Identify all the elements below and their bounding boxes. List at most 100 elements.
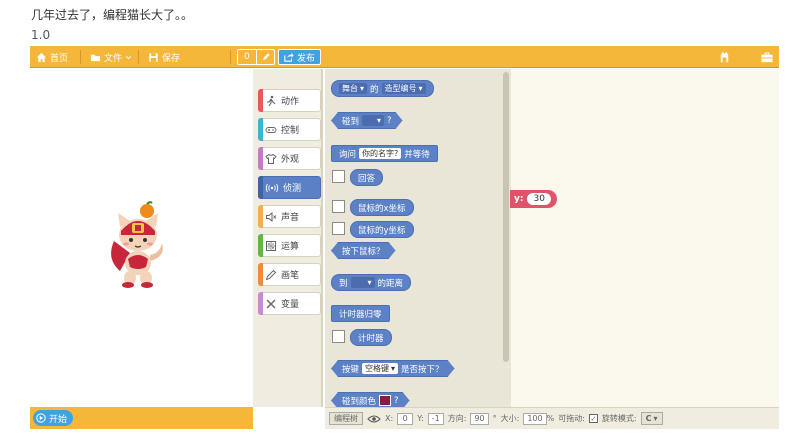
- top-toolbar: 首页 文件 保存 0 发布: [30, 46, 779, 68]
- counter-edit[interactable]: 0: [237, 49, 275, 65]
- eye-icon[interactable]: [367, 414, 381, 424]
- block-text: 计时器归零: [339, 309, 382, 320]
- block-timer[interactable]: 计时器: [350, 329, 392, 346]
- category-stripe: [258, 292, 263, 315]
- script-area[interactable]: [511, 69, 779, 407]
- rotate-mode-label: 旋转模式:: [601, 414, 637, 423]
- category-label: 动作: [281, 97, 300, 107]
- toolbar-divider: [230, 50, 231, 64]
- degree-symbol: °: [492, 414, 497, 423]
- gamepad-icon: [265, 126, 277, 133]
- save-button[interactable]: 保存: [144, 48, 184, 66]
- category-stripe: [258, 147, 263, 170]
- counter-value: 0: [238, 50, 257, 64]
- toolbar-divider: [80, 50, 81, 64]
- distance-dropdown[interactable]: ▾: [350, 277, 375, 288]
- block-text: 到: [339, 278, 348, 289]
- category-label: 变量: [281, 300, 300, 310]
- category-operators[interactable]: 运算: [258, 234, 321, 257]
- category-control[interactable]: 控制: [258, 118, 321, 141]
- home-button[interactable]: 首页: [32, 48, 72, 66]
- draggable-checkbox[interactable]: ✓: [588, 414, 598, 423]
- shirt-icon: [265, 153, 277, 164]
- rotate-mode-select[interactable]: C ▾: [640, 412, 663, 425]
- start-button[interactable]: 开始: [33, 410, 74, 426]
- home-label: 首页: [50, 53, 69, 64]
- category-label: 侦测: [283, 184, 302, 194]
- key-dropdown[interactable]: 空格键 ▾: [362, 363, 398, 374]
- touch-dropdown[interactable]: ▾: [362, 115, 384, 126]
- stage-dropdown[interactable]: 舞台 ▾: [339, 83, 368, 94]
- variable-icon: [266, 299, 276, 308]
- category-motion[interactable]: 动作: [258, 89, 321, 112]
- category-looks[interactable]: 外观: [258, 147, 321, 170]
- block-text: 回答: [358, 173, 376, 184]
- home-icon: [36, 52, 47, 62]
- publish-label: 发布: [297, 53, 316, 64]
- publish-button[interactable]: 发布: [278, 49, 322, 65]
- toolbox-button[interactable]: [759, 49, 775, 65]
- cat-house-icon: [720, 51, 728, 62]
- category-sound[interactable]: 声音: [258, 205, 321, 228]
- dropdown-label: 空格键: [365, 364, 390, 373]
- x-input[interactable]: 0: [397, 412, 414, 425]
- block-mouse-down[interactable]: 按下鼠标？: [331, 242, 396, 259]
- size-label: 大小:: [500, 414, 520, 423]
- block-text: 的: [370, 84, 379, 95]
- stage-canvas[interactable]: [30, 69, 253, 407]
- block-answer[interactable]: 回答: [350, 169, 384, 186]
- category-stripe: [258, 234, 263, 257]
- color-swatch[interactable]: [379, 395, 391, 406]
- attribute-dropdown[interactable]: 造型编号 ▾: [381, 83, 426, 94]
- dropdown-arrow-icon: ▾: [377, 116, 382, 125]
- file-menu-button[interactable]: 文件: [86, 48, 136, 66]
- size-input[interactable]: 100: [523, 412, 547, 425]
- block-text: ?: [387, 115, 392, 126]
- y-input[interactable]: 30: [527, 193, 551, 205]
- mouse-y-checkbox[interactable]: [332, 222, 345, 235]
- start-label: 开始: [49, 414, 68, 425]
- block-text: 的距离: [377, 278, 404, 289]
- y-input[interactable]: -1: [427, 412, 444, 425]
- category-label: 画笔: [281, 271, 300, 281]
- block-text: 计时器: [358, 333, 384, 344]
- dropdown-arrow-icon: ▾: [653, 414, 658, 423]
- y-label: Y:: [417, 414, 424, 423]
- folder-icon: [90, 54, 101, 61]
- block-text: ?: [394, 395, 399, 406]
- block-text: 并等待: [404, 149, 430, 160]
- ask-input[interactable]: 你的名字?: [359, 148, 402, 159]
- block-distance-to[interactable]: 到 ▾ 的距离: [331, 274, 412, 291]
- block-text: y:: [514, 194, 524, 204]
- block-ask-and-wait[interactable]: 询问 你的名字? 并等待: [331, 145, 438, 162]
- draggable-label: 可拖动:: [558, 414, 585, 423]
- category-stripe: [258, 118, 263, 141]
- dropdown-arrow-icon: ▾: [391, 364, 396, 373]
- block-stage-attribute[interactable]: 舞台 ▾ 的 造型编号 ▾: [331, 80, 434, 97]
- category-pen[interactable]: 画笔: [258, 263, 321, 286]
- block-text: 按下鼠标？: [342, 246, 385, 257]
- pencil-icon: [262, 53, 270, 61]
- block-reset-timer[interactable]: 计时器归零: [331, 305, 390, 322]
- block-mouse-x[interactable]: 鼠标的x坐标: [350, 199, 414, 216]
- block-mouse-y[interactable]: 鼠标的y坐标: [350, 221, 414, 238]
- script-block-y[interactable]: y: 30: [510, 190, 557, 208]
- toolbox-icon: [761, 51, 773, 62]
- palette-scrollbar[interactable]: [503, 72, 509, 362]
- direction-input[interactable]: 90: [470, 412, 489, 425]
- category-variables[interactable]: 变量: [258, 292, 321, 315]
- block-key-pressed[interactable]: 按键 空格键 ▾ 是否按下？: [331, 360, 455, 377]
- category-stripe: [258, 205, 263, 228]
- app-root: 几年过去了，编程猫长大了。。 1.0 首页 文件 保存 0 发布 开始 动作 控…: [0, 0, 809, 434]
- move-icon: [267, 95, 276, 106]
- category-sensing[interactable]: 侦测: [258, 176, 321, 199]
- program-tree-button[interactable]: 编程树: [329, 412, 363, 425]
- sprite-library-button[interactable]: [716, 49, 732, 65]
- mouse-x-checkbox[interactable]: [332, 200, 345, 213]
- cat-sprite-icon[interactable]: [104, 201, 170, 291]
- signal-icon: [265, 183, 279, 192]
- timer-checkbox[interactable]: [332, 330, 345, 343]
- dropdown-label: 舞台: [342, 84, 358, 93]
- block-touching[interactable]: 碰到 ▾ ?: [331, 112, 403, 129]
- answer-checkbox[interactable]: [332, 170, 345, 183]
